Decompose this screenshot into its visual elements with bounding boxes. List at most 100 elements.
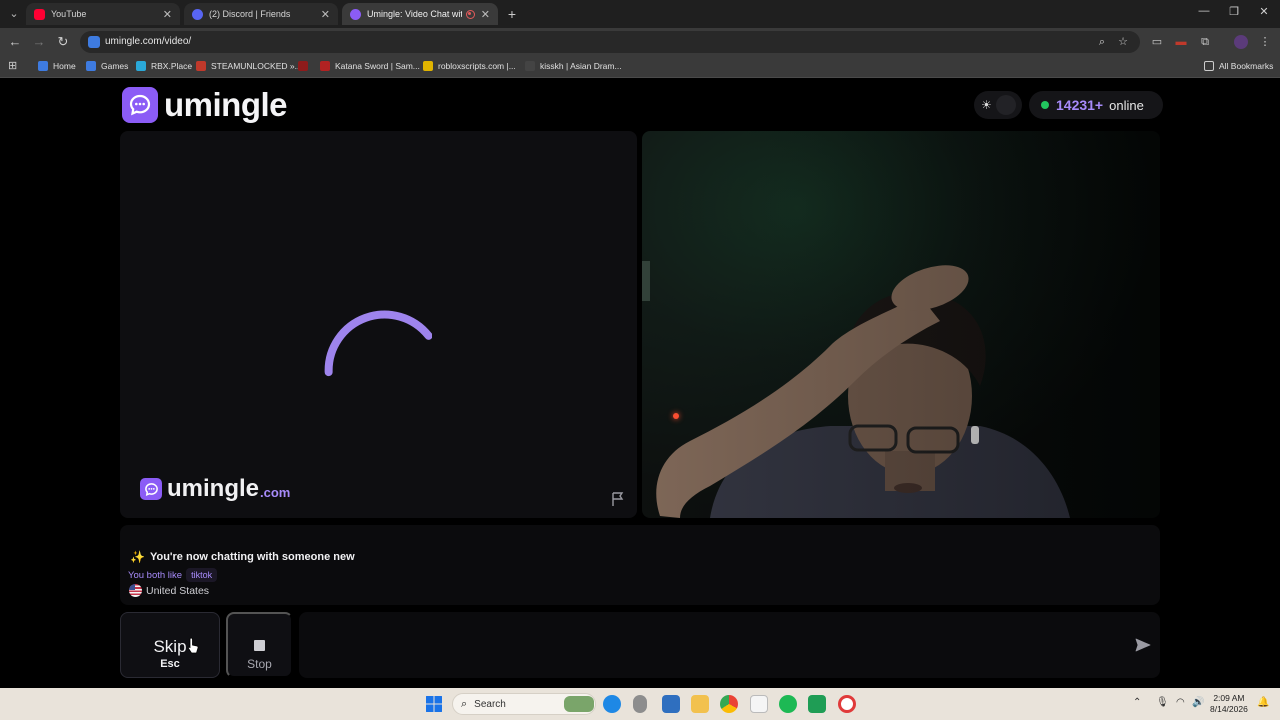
stop-button[interactable]: Stop xyxy=(226,612,293,678)
bookmark-icon xyxy=(320,61,330,71)
spotify-icon[interactable] xyxy=(779,695,797,713)
loading-spinner xyxy=(324,310,432,377)
zoom-icon[interactable]: ⌕ xyxy=(1096,36,1108,48)
self-camera-video xyxy=(642,131,1160,518)
mouse-pointer-icon xyxy=(187,637,199,654)
bookmark-robloxscripts[interactable]: robloxscripts.com |... xyxy=(423,61,516,71)
restore-icon[interactable]: ❐ xyxy=(1224,5,1244,18)
bookmark-label: robloxscripts.com |... xyxy=(438,61,516,71)
close-icon[interactable]: ✕ xyxy=(163,8,172,21)
search-placeholder: Search xyxy=(474,698,506,710)
address-bar[interactable]: umingle.com/video/ ⌕ ☆ xyxy=(80,31,1140,53)
system-message-text: You're now chatting with someone new xyxy=(149,551,355,563)
tab-title: Umingle: Video Chat with S xyxy=(367,9,462,19)
bookmark-home[interactable]: Home xyxy=(38,61,76,71)
message-input[interactable] xyxy=(299,612,1160,678)
url-text: umingle.com/video/ xyxy=(105,36,192,47)
us-flag-icon xyxy=(129,584,142,597)
sun-icon: ☀ xyxy=(981,98,992,112)
bookmark-label: kisskh | Asian Dram... xyxy=(540,61,622,71)
interest-tag: tiktok xyxy=(186,568,218,582)
discord-icon xyxy=(192,8,203,20)
chat-log: ✨ You're now chatting with someone new Y… xyxy=(120,525,1160,605)
new-tab-button[interactable]: + xyxy=(504,6,520,22)
send-icon[interactable] xyxy=(1135,637,1151,653)
menu-icon[interactable]: ⋮ xyxy=(1258,35,1272,49)
tray-overflow-icon[interactable]: ⌃ xyxy=(1133,697,1141,708)
bookmark-icon xyxy=(136,61,146,71)
toggle-knob xyxy=(995,95,1016,115)
close-window-icon[interactable]: ✕ xyxy=(1254,5,1274,18)
skip-button[interactable]: Skip Esc xyxy=(120,612,220,678)
bookmark-katana-sword[interactable]: Katana Sword | Sam... xyxy=(320,61,420,71)
theme-toggle[interactable]: ☀ xyxy=(974,91,1022,119)
chat-bubble-icon xyxy=(140,478,162,500)
folder-icon xyxy=(1204,61,1214,71)
mouse-app-icon[interactable] xyxy=(633,695,647,713)
tab-search-button[interactable]: ⌄ xyxy=(6,6,22,22)
watermark-tld: .com xyxy=(260,485,291,500)
tab-title: (2) Discord | Friends xyxy=(209,9,291,19)
extensions-puzzle-icon[interactable]: ⧉ xyxy=(1198,35,1212,49)
stranger-country: United States xyxy=(129,584,209,597)
app-icon[interactable] xyxy=(808,695,826,713)
tab-umingle[interactable]: Umingle: Video Chat with S ✕ xyxy=(342,3,498,25)
app-icon[interactable] xyxy=(750,695,768,713)
reload-icon[interactable]: ↻ xyxy=(55,34,71,50)
address-toolbar: ← → ↻ umingle.com/video/ ⌕ ☆ ▭ ▬ ⧉ ⋮ xyxy=(0,28,1280,56)
bookmark-games[interactable]: Games xyxy=(86,61,128,71)
bookmark-icon-only[interactable] xyxy=(298,61,313,71)
close-icon[interactable]: ✕ xyxy=(321,8,330,21)
close-icon[interactable]: ✕ xyxy=(481,8,490,21)
chat-bubble-icon xyxy=(122,87,158,123)
minimize-icon[interactable]: — xyxy=(1194,5,1214,17)
bookmark-icon xyxy=(38,61,48,71)
windows-start-icon[interactable] xyxy=(425,695,443,713)
bookmark-star-icon[interactable]: ☆ xyxy=(1117,36,1129,48)
shared-interests: You both like tiktok xyxy=(128,568,218,582)
clock-date: 8/14/2026 xyxy=(1210,704,1248,714)
bookmark-label: STEAMUNLOCKED »... xyxy=(211,61,302,71)
all-bookmarks[interactable]: All Bookmarks xyxy=(1204,61,1273,71)
site-info-icon[interactable] xyxy=(88,36,100,48)
edge-icon[interactable] xyxy=(603,695,621,713)
extension-icon[interactable]: ▭ xyxy=(1150,35,1164,49)
profile-avatar[interactable] xyxy=(1234,35,1248,49)
tab-youtube[interactable]: YouTube ✕ xyxy=(26,3,180,25)
bookmark-rbx-place[interactable]: RBX.Place xyxy=(136,61,192,71)
online-count: 14231+ xyxy=(1056,97,1104,113)
report-flag-icon[interactable] xyxy=(610,491,626,507)
recording-icon xyxy=(465,9,475,19)
stop-icon xyxy=(254,640,265,651)
skip-label: Skip xyxy=(153,637,187,656)
apps-grid-icon[interactable]: ⊞ xyxy=(8,61,19,72)
stop-label: Stop xyxy=(247,657,272,671)
online-status-dot xyxy=(1041,101,1049,109)
search-highlight-image xyxy=(564,696,594,712)
file-explorer-icon[interactable] xyxy=(691,695,709,713)
bookmark-icon xyxy=(196,61,206,71)
extension-icon[interactable]: ▬ xyxy=(1174,35,1188,49)
store-icon[interactable] xyxy=(662,695,680,713)
tab-discord[interactable]: (2) Discord | Friends ✕ xyxy=(184,3,338,25)
system-message: ✨ You're now chatting with someone new xyxy=(130,550,355,564)
shared-interests-label: You both like xyxy=(128,569,183,581)
bookmark-kisskh[interactable]: kisskh | Asian Dram... xyxy=(525,61,622,71)
stranger-video: umingle .com xyxy=(120,131,637,518)
browser-tab-bar: ⌄ YouTube ✕ (2) Discord | Friends ✕ Umin… xyxy=(0,0,1280,28)
site-logo[interactable]: umingle xyxy=(122,86,288,124)
wifi-icon[interactable]: ◠ xyxy=(1176,697,1185,708)
opera-icon[interactable] xyxy=(838,695,856,713)
microphone-icon[interactable]: 🎙 xyxy=(1156,697,1169,708)
search-icon: ⌕ xyxy=(461,697,468,710)
taskbar-clock[interactable]: 2:09 AM 8/14/2026 xyxy=(1210,693,1248,715)
chrome-icon[interactable] xyxy=(720,695,738,713)
notifications-icon[interactable]: 🔔 xyxy=(1257,697,1269,708)
forward-icon[interactable]: → xyxy=(31,34,47,50)
tab-title: YouTube xyxy=(51,9,87,19)
volume-icon[interactable]: 🔊 xyxy=(1192,697,1204,708)
bookmark-steamunlocked[interactable]: STEAMUNLOCKED »... xyxy=(196,61,302,71)
bookmark-icon xyxy=(86,61,96,71)
video-watermark: umingle .com xyxy=(140,475,290,503)
back-icon[interactable]: ← xyxy=(7,34,23,50)
